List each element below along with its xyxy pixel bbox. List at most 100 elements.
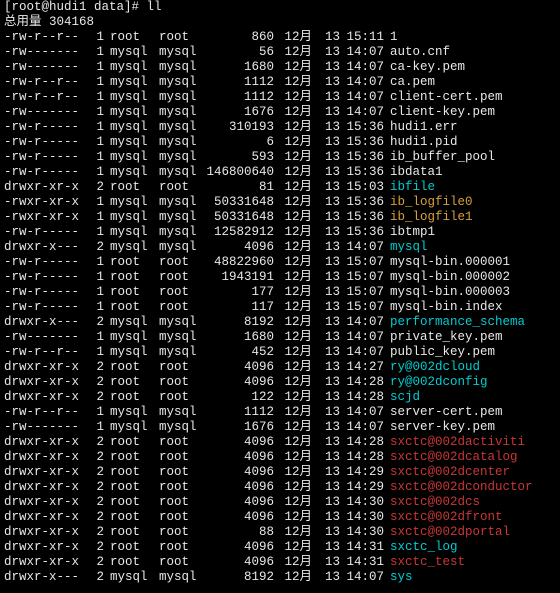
day-col: 13 [312, 120, 340, 135]
perm-col: drwxr-xr-x [4, 375, 89, 390]
filename: sxctc_test [384, 555, 465, 570]
size-col: 88 [204, 525, 274, 540]
filename: ib_logfile0 [384, 195, 473, 210]
month-col: 12月 [274, 60, 312, 75]
day-col: 13 [312, 345, 340, 360]
group-col: mysql [155, 420, 204, 435]
time-col: 14:07 [340, 90, 384, 105]
list-item: -rw-r-----1mysqlmysql1258291212月1315:36i… [4, 225, 556, 240]
owner-col: root [104, 255, 155, 270]
list-item: -rw-r--r--1mysqlmysql111212月1314:07clien… [4, 90, 556, 105]
month-col: 12月 [274, 390, 312, 405]
size-col: 4096 [204, 375, 274, 390]
links-col: 1 [89, 120, 104, 135]
links-col: 1 [89, 270, 104, 285]
group-col: mysql [155, 120, 204, 135]
links-col: 2 [89, 555, 104, 570]
month-col: 12月 [274, 120, 312, 135]
list-item: drwxr-x---2mysqlmysql409612月1314:07mysql [4, 240, 556, 255]
month-col: 12月 [274, 435, 312, 450]
links-col: 2 [89, 540, 104, 555]
list-item: drwxr-x---2mysqlmysql819212月1314:07sys [4, 570, 556, 585]
time-col: 15:07 [340, 270, 384, 285]
day-col: 13 [312, 135, 340, 150]
time-col: 14:07 [340, 45, 384, 60]
filename: sxctc@002dfront [384, 510, 503, 525]
month-col: 12月 [274, 570, 312, 585]
filename: auto.cnf [384, 45, 450, 60]
time-col: 14:30 [340, 510, 384, 525]
time-col: 14:07 [340, 75, 384, 90]
owner-col: mysql [104, 165, 155, 180]
group-col: root [155, 465, 204, 480]
group-col: mysql [155, 405, 204, 420]
filename: client-cert.pem [384, 90, 503, 105]
owner-col: mysql [104, 195, 155, 210]
month-col: 12月 [274, 270, 312, 285]
links-col: 1 [89, 90, 104, 105]
size-col: 8192 [204, 570, 274, 585]
list-item: -rw-r-----1rootroot11712月1315:07mysql-bi… [4, 300, 556, 315]
list-item: drwxr-xr-x2rootroot409612月1314:28sxctc@0… [4, 450, 556, 465]
group-col: root [155, 285, 204, 300]
owner-col: mysql [104, 570, 155, 585]
size-col: 1112 [204, 405, 274, 420]
time-col: 14:29 [340, 480, 384, 495]
day-col: 13 [312, 225, 340, 240]
list-item: drwxr-xr-x2rootroot409612月1314:28ry@002d… [4, 375, 556, 390]
month-col: 12月 [274, 525, 312, 540]
links-col: 2 [89, 390, 104, 405]
links-col: 2 [89, 480, 104, 495]
filename: sxctc_log [384, 540, 458, 555]
size-col: 4096 [204, 360, 274, 375]
owner-col: mysql [104, 120, 155, 135]
list-item: -rw-r-----1mysqlmysql59312月1315:36ib_buf… [4, 150, 556, 165]
links-col: 2 [89, 465, 104, 480]
time-col: 14:28 [340, 450, 384, 465]
filename: sxctc@002dcatalog [384, 450, 518, 465]
time-col: 15:03 [340, 180, 384, 195]
filename: client-key.pem [384, 105, 495, 120]
filename: mysql-bin.000003 [384, 285, 510, 300]
links-col: 1 [89, 330, 104, 345]
month-col: 12月 [274, 45, 312, 60]
links-col: 1 [89, 165, 104, 180]
size-col: 48822960 [204, 255, 274, 270]
perm-col: drwxr-xr-x [4, 480, 89, 495]
terminal-output: { "prompt": "[root@hudi1 data]# ll", "to… [0, 0, 560, 589]
month-col: 12月 [274, 150, 312, 165]
owner-col: root [104, 510, 155, 525]
time-col: 15:07 [340, 300, 384, 315]
owner-col: mysql [104, 150, 155, 165]
day-col: 13 [312, 420, 340, 435]
list-item: -rwxr-xr-x1mysqlmysql5033164812月1315:36i… [4, 195, 556, 210]
size-col: 177 [204, 285, 274, 300]
size-col: 146800640 [204, 165, 274, 180]
filename: mysql-bin.index [384, 300, 503, 315]
owner-col: mysql [104, 240, 155, 255]
day-col: 13 [312, 270, 340, 285]
links-col: 2 [89, 375, 104, 390]
links-col: 2 [89, 435, 104, 450]
month-col: 12月 [274, 480, 312, 495]
month-col: 12月 [274, 420, 312, 435]
filename: server-cert.pem [384, 405, 503, 420]
filename: ib_logfile1 [384, 210, 473, 225]
filename: ibfile [384, 180, 435, 195]
size-col: 4096 [204, 465, 274, 480]
time-col: 14:31 [340, 540, 384, 555]
size-col: 81 [204, 180, 274, 195]
day-col: 13 [312, 90, 340, 105]
links-col: 2 [89, 525, 104, 540]
size-col: 1112 [204, 90, 274, 105]
time-col: 14:07 [340, 345, 384, 360]
size-col: 1943191 [204, 270, 274, 285]
day-col: 13 [312, 60, 340, 75]
owner-col: root [104, 300, 155, 315]
owner-col: root [104, 180, 155, 195]
day-col: 13 [312, 300, 340, 315]
perm-col: -rw-r----- [4, 255, 89, 270]
owner-col: root [104, 480, 155, 495]
time-col: 15:11 [340, 30, 384, 45]
perm-col: -rw------- [4, 420, 89, 435]
